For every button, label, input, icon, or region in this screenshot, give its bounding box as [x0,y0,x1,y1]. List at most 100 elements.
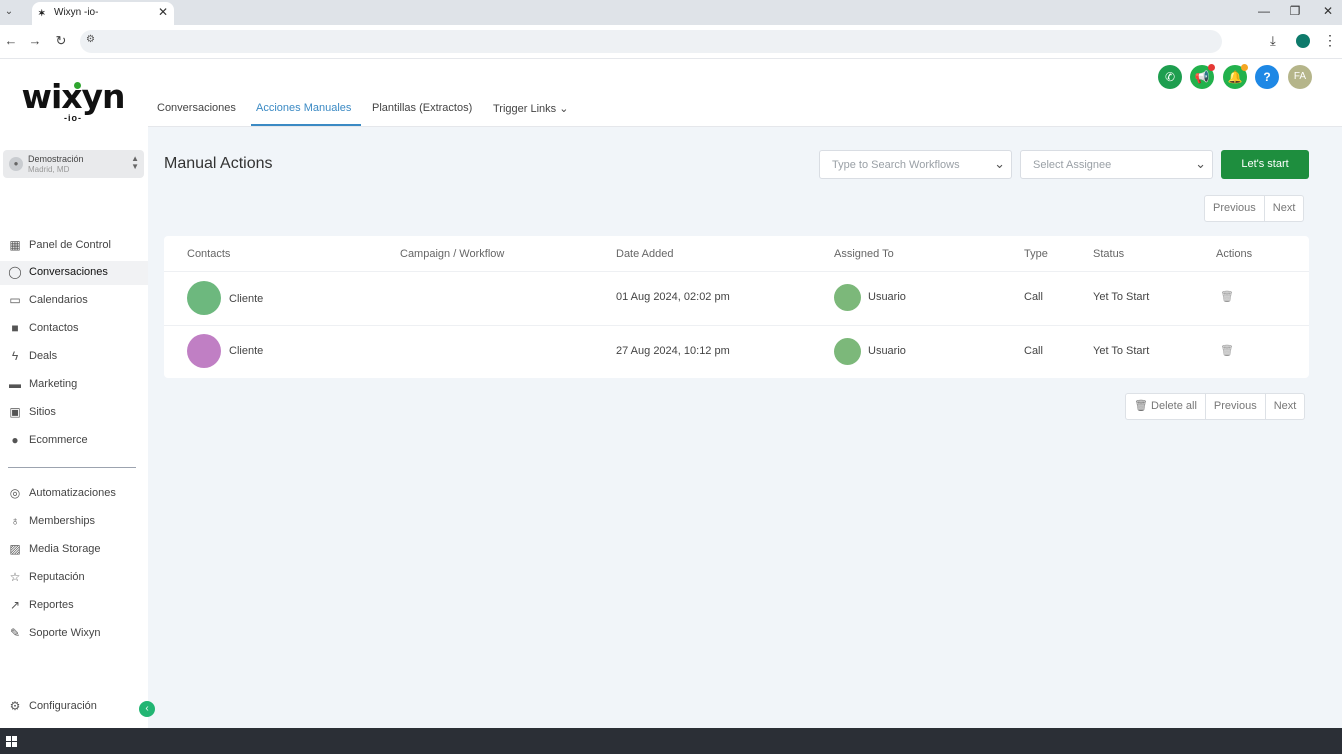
contact-avatar[interactable] [187,334,221,368]
sidebar-item-media-storage[interactable]: ▨ Media Storage [0,538,148,562]
contact-name[interactable]: Cliente [229,345,263,357]
trash-icon[interactable]: 🗑 [1220,344,1234,357]
tab-plantillas[interactable]: Plantillas (Extractos) [372,102,472,114]
browser-toolbar: ← → ↻ ⚙ ⤓ ⋮ [0,25,1342,59]
minimize-icon[interactable]: — [1254,4,1274,18]
assignee-select[interactable]: Select Assignee ⌄ [1020,150,1213,179]
sidebar-item-deals[interactable]: ϟ Deals [0,345,148,369]
sidebar-item-label: Sitios [29,406,56,418]
sidebar-item-label: Deals [29,350,58,362]
sidebar-item-configuracion[interactable]: ⚙ Configuración [0,695,148,719]
sidebar-item-panel[interactable]: ▦ Panel de Control [0,234,148,258]
sidebar-item-memberships[interactable]: ♁ Memberships [0,510,148,534]
sidebar-item-reputacion[interactable]: ☆ Reputación [0,566,148,590]
sidebar-item-soporte[interactable]: ✎ Soporte Wixyn [0,622,148,646]
manual-actions-table: Contacts Campaign / Workflow Date Added … [164,236,1309,378]
forward-icon[interactable]: → [27,33,43,48]
gear-icon: ⚙ [9,699,21,713]
tab-close-icon[interactable]: ✕ [158,5,168,19]
trend-icon: ↗ [9,598,21,612]
reload-icon[interactable]: ↻ [53,33,69,49]
windows-start-icon[interactable] [6,736,17,747]
close-icon[interactable]: ✕ [1318,4,1338,18]
delete-all-button[interactable]: 🗑 Delete all [1126,394,1206,419]
sidebar-item-label: Media Storage [29,543,101,555]
sidebar-item-conversaciones[interactable]: ◯ Conversaciones [0,261,148,285]
sidebar-item-ecommerce[interactable]: ● Ecommerce [0,429,148,453]
action-type: Call [1024,345,1043,357]
sidebar-item-calendarios[interactable]: ▭ Calendarios [0,289,148,313]
assignee-placeholder: Select Assignee [1033,159,1112,171]
sidebar-item-marketing[interactable]: ▬ Marketing [0,373,148,397]
sidebar-divider [8,467,136,468]
collapse-sidebar-icon[interactable]: ‹ [139,701,155,717]
browser-tab[interactable]: ✶ Wixyn -io- ✕ [32,2,174,25]
previous-button[interactable]: Previous [1206,394,1266,419]
next-button[interactable]: Next [1265,196,1304,221]
grid-icon: ▦ [9,238,21,252]
logo[interactable]: wixyn -io- [18,77,128,124]
sidebar-item-label: Automatizaciones [29,487,116,499]
contact-avatar[interactable] [187,281,221,315]
sidebar-item-label: Contactos [29,322,79,334]
previous-button[interactable]: Previous [1205,196,1265,221]
automation-icon: ◎ [9,486,21,500]
assignee-avatar [834,338,861,365]
bolt-icon: ϟ [11,349,19,363]
workflow-search-placeholder: Type to Search Workflows [832,159,960,171]
sidebar-item-label: Reputación [29,571,85,583]
sites-icon: ▣ [9,405,21,419]
next-button[interactable]: Next [1266,394,1305,419]
delete-all-label: Delete all [1151,400,1197,412]
contact-name[interactable]: Cliente [229,293,263,305]
user-avatar[interactable]: FA [1288,65,1312,89]
lets-start-button[interactable]: Let's start [1221,150,1309,179]
pager-top: Previous Next [1204,195,1305,222]
wixyn-favicon-icon: ✶ [38,8,46,18]
megaphone-icon[interactable]: 📢 [1190,64,1215,89]
tab-trigger-links[interactable]: Trigger Links ⌄ [493,102,568,115]
browser-menu-icon[interactable]: ⋮ [1323,32,1337,49]
browser-tab-strip: ⌄ ✶ Wixyn -io- ✕ — ❐ ✕ [0,0,1342,25]
sidebar-item-automatizaciones[interactable]: ◎ Automatizaciones [0,482,148,506]
sidebar-item-sitios[interactable]: ▣ Sitios [0,401,148,425]
location-sub: Madrid, MD [28,165,70,174]
sidebar-item-label: Conversaciones [29,266,108,278]
notification-dot [1208,64,1215,71]
tab-acciones-manuales[interactable]: Acciones Manuales [256,102,351,114]
location-switcher[interactable]: ● Demostración Madrid, MD ▲ ▼ [3,150,144,178]
sidebar-item-label: Reportes [29,599,74,611]
assignee-name: Usuario [868,291,906,303]
column-header-actions: Actions [1216,248,1253,260]
column-header-contacts: Contacts [187,248,231,260]
badge-icon: ♁ [10,514,20,528]
top-header: Conversaciones Acciones Manuales Plantil… [148,59,1342,127]
trash-icon[interactable]: 🗑 [1220,290,1234,303]
row-divider [164,271,1309,272]
tab-conversaciones[interactable]: Conversaciones [157,102,236,114]
site-settings-icon[interactable]: ⚙ [86,34,95,45]
address-bar[interactable]: ⚙ [80,30,1222,53]
wrench-icon: ✎ [9,626,21,640]
sidebar-item-label: Marketing [29,378,78,390]
download-icon[interactable]: ⤓ [1270,33,1276,49]
location-name: Demostración [28,154,84,164]
help-icon[interactable]: ? [1255,65,1279,89]
chevron-down-icon: ⌄ [1195,156,1206,171]
column-header-status: Status [1093,248,1125,260]
back-icon[interactable]: ← [3,33,19,48]
logo-dot [74,82,81,89]
column-header-date: Date Added [616,248,674,260]
trash-icon: 🗑 [1134,400,1148,412]
assignee-avatar [834,284,861,311]
sidebar-item-contactos[interactable]: ■ Contactos [0,317,148,341]
tab-search-icon[interactable]: ⌄ [2,4,16,20]
sidebar-item-reportes[interactable]: ↗ Reportes [0,594,148,618]
bell-icon[interactable]: 🔔 [1223,64,1248,89]
phone-icon[interactable]: ✆ [1158,65,1182,89]
logo-text: wixyn [21,77,125,116]
image-icon: ▨ [9,542,21,556]
restore-icon[interactable]: ❐ [1285,4,1305,18]
workflow-search-select[interactable]: Type to Search Workflows ⌄ [819,150,1012,179]
profile-icon[interactable] [1296,34,1310,48]
